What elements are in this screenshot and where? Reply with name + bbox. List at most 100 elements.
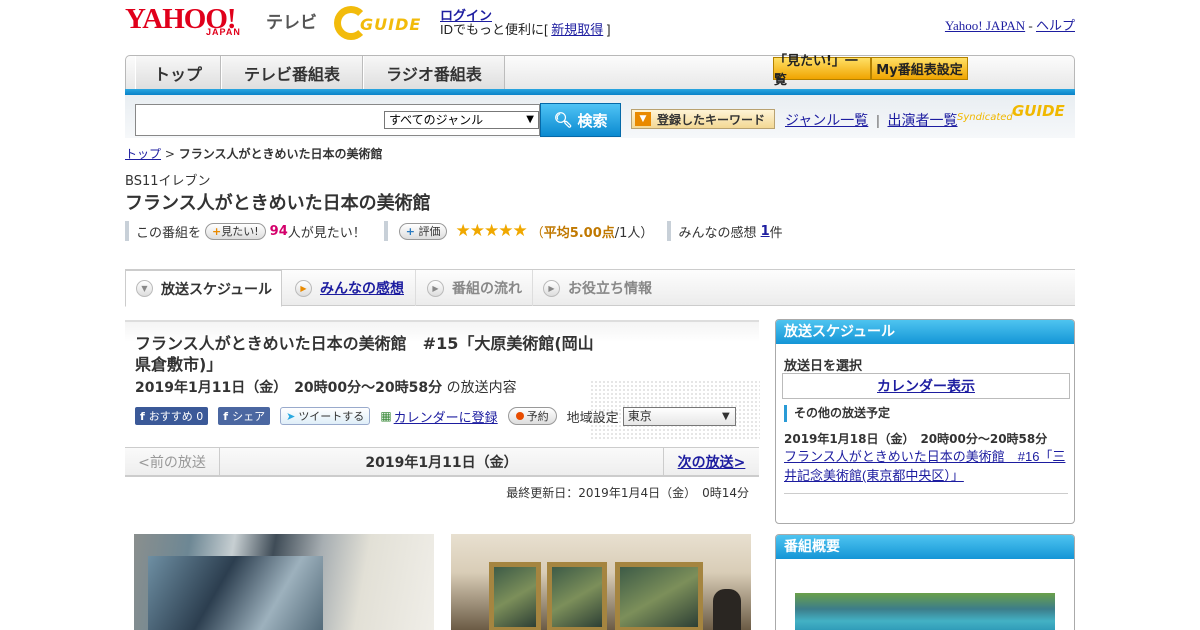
genre-select-value: すべてのジャンル xyxy=(389,113,484,127)
sidebar-schedule: 放送スケジュール 放送日を選択 カレンダー表示 その他の放送予定 2019年1月… xyxy=(775,319,1075,524)
breadcrumb-top-link[interactable]: トップ xyxy=(125,147,161,161)
facebook-recommend-label: おすすめ 0 xyxy=(148,410,204,423)
tab-schedule[interactable]: ▼ 放送スケジュール xyxy=(125,270,282,307)
tab-program-flow[interactable]: ▶ 番組の流れ xyxy=(417,270,533,306)
search-button-label: 検索 xyxy=(577,111,608,130)
search-icon: 🔍︎ xyxy=(553,111,573,129)
tab-program-flow-label: 番組の流れ xyxy=(452,281,522,297)
genre-list-link[interactable]: ジャンル一覧 xyxy=(785,112,868,128)
nav-tab-radio-listings[interactable]: ラジオ番組表 xyxy=(363,56,505,90)
chevron-down-icon: ▼ xyxy=(136,280,153,297)
rate-button[interactable]: + 評価 xyxy=(398,222,448,240)
photo-frame xyxy=(547,562,607,630)
reserve-button[interactable]: 予約 xyxy=(507,407,557,425)
mitai-suffix: 人が見たい！ xyxy=(287,225,366,241)
reserve-button-label: 予約 xyxy=(526,410,549,423)
chevron-right-icon: ▶ xyxy=(543,279,560,297)
nav-tab-tv-listings[interactable]: テレビ番組表 xyxy=(221,56,363,90)
divider xyxy=(383,221,388,241)
registered-keywords-button[interactable]: ▼ 登録したキーワード xyxy=(631,109,775,129)
chevron-right-icon: ▶ xyxy=(427,279,444,297)
rate-button-label: 評価 xyxy=(418,225,441,238)
tweet-button-label: ツイートする xyxy=(298,410,365,423)
twitter-bird-icon: ➤ xyxy=(286,409,296,423)
dropdown-arrow-icon: ▼ xyxy=(526,114,534,125)
divider xyxy=(784,493,1068,494)
plus-icon: + xyxy=(212,224,222,238)
mitai-button[interactable]: + 見たい! xyxy=(205,222,266,240)
nav-tab-top[interactable]: トップ xyxy=(135,56,221,90)
genre-links: ジャンル一覧 | 出演者一覧 xyxy=(785,112,958,128)
chevron-right-icon: ▶ xyxy=(295,279,312,297)
plus-icon: + xyxy=(405,224,415,238)
divider xyxy=(125,221,129,241)
dropdown-arrow-icon: ▼ xyxy=(721,410,730,422)
region-label: 地域設定 xyxy=(566,410,619,426)
calendar-register-link[interactable]: カレンダーに登録 xyxy=(394,407,498,426)
impressions-label: みんなの感想 xyxy=(678,225,757,241)
photo-frame xyxy=(489,562,541,630)
login-promo: IDでもっと便利に[ 新規取得 ] xyxy=(440,19,611,38)
mitai-button-label: 見たい! xyxy=(221,225,259,238)
episode-datetime: 2019年1月11日（金） 20時00分～20時58分 xyxy=(135,380,443,396)
gguide-logo-text: GUIDE xyxy=(360,15,422,34)
region-select[interactable]: 東京 ▼ xyxy=(622,406,736,426)
pager-date: 2019年1月11日（金） xyxy=(365,455,518,471)
prev-broadcast: <前の放送 xyxy=(125,448,220,476)
rating-average: 平均5.00点 xyxy=(543,225,615,241)
page-title: フランス人がときめいた日本の美術館 xyxy=(125,193,431,214)
facebook-icon: f xyxy=(140,409,145,423)
photo-person xyxy=(713,589,741,630)
breadcrumb: トップ > フランス人がときめいた日本の美術館 xyxy=(125,145,382,162)
photo-frame xyxy=(615,562,703,630)
breadcrumb-current: フランス人がときめいた日本の美術館 xyxy=(178,147,383,161)
next-episode-link[interactable]: フランス人がときめいた日本の美術館 #16「三井記念美術館(東京都中央区）」 xyxy=(784,447,1068,485)
rating-stars: ★★★★★ xyxy=(455,221,527,241)
breadcrumb-separator: > xyxy=(164,147,179,161)
gguide-logo[interactable]: GUIDE xyxy=(334,6,432,42)
login-promo-prefix: IDでもっと便利に[ xyxy=(440,22,548,37)
next-broadcast-link[interactable]: 次の放送> xyxy=(663,448,759,476)
tab-useful-info-label: お役立ち情報 xyxy=(568,281,652,297)
calendar-view-button[interactable]: カレンダー表示 xyxy=(782,373,1070,399)
registered-keywords-label: 登録したキーワード xyxy=(657,112,766,127)
tab-impressions-label: みんなの感想 xyxy=(320,281,404,297)
register-link[interactable]: 新規取得 xyxy=(551,22,603,37)
facebook-icon: f xyxy=(223,409,229,423)
episode-datetime-suffix: の放送内容 xyxy=(446,380,517,396)
tab-useful-info[interactable]: ▶ お役立ち情報 xyxy=(533,270,665,306)
sidebar-summary-title: 番組概要 xyxy=(776,535,1074,559)
program-tabs: ▼ 放送スケジュール ▶ みんなの感想 ▶ 番組の流れ ▶ お役立ち情報 xyxy=(125,270,1075,307)
triangle-down-icon: ▼ xyxy=(635,112,651,126)
last-updated: 最終更新日：2019年1月4日（金） 0時14分 xyxy=(506,486,749,500)
episode-photo xyxy=(451,534,751,630)
tab-schedule-label: 放送スケジュール xyxy=(161,281,273,298)
search-button[interactable]: 🔍︎ 検索 xyxy=(540,103,621,137)
syndicated-text: Syndicated xyxy=(957,112,1013,123)
tv-logo-text[interactable]: テレビ xyxy=(266,8,317,33)
mitai-list-button[interactable]: 「見たい!」一覧 xyxy=(773,54,871,88)
yahoo-japan-logo-text: JAPAN xyxy=(206,27,241,37)
facebook-recommend-button[interactable]: f おすすめ 0 xyxy=(135,407,209,425)
performer-list-link[interactable]: 出演者一覧 xyxy=(888,112,958,128)
my-bangumi-settings-button[interactable]: My番組表設定 xyxy=(871,57,968,80)
tab-impressions[interactable]: ▶ みんなの感想 xyxy=(285,270,416,306)
record-dot-icon xyxy=(515,412,524,420)
rating-count: /1人） xyxy=(614,225,654,241)
channel-name: BS11イレブン xyxy=(125,174,211,189)
photo-painting xyxy=(148,556,323,630)
divider xyxy=(667,221,672,241)
yahoo-japan-link[interactable]: Yahoo! JAPAN xyxy=(945,18,1025,33)
rating-row: この番組を + 見たい! 94 人が見たい！ + 評価 ★★★★★ （平均5.00… xyxy=(125,220,825,242)
help-link[interactable]: ヘルプ xyxy=(1036,18,1075,33)
this-program-label: この番組を xyxy=(136,225,202,241)
impressions-count-link[interactable]: 1 xyxy=(761,224,770,239)
broadcast-pager: <前の放送 2019年1月11日（金） 次の放送> xyxy=(125,447,759,477)
genre-select[interactable]: すべてのジャンル ▼ xyxy=(384,111,539,129)
social-row: f おすすめ 0 f シェア ➤ ツイートする ▦ カレンダーに登録 予約 地域設定 … xyxy=(135,406,755,426)
facebook-share-button[interactable]: f シェア xyxy=(218,407,271,425)
header-links: Yahoo! JAPAN - ヘルプ xyxy=(944,18,1075,33)
episode-photo xyxy=(134,534,434,630)
tweet-button[interactable]: ➤ ツイートする xyxy=(280,407,371,425)
syndicated-gguide-text: GUIDE xyxy=(1012,102,1065,120)
